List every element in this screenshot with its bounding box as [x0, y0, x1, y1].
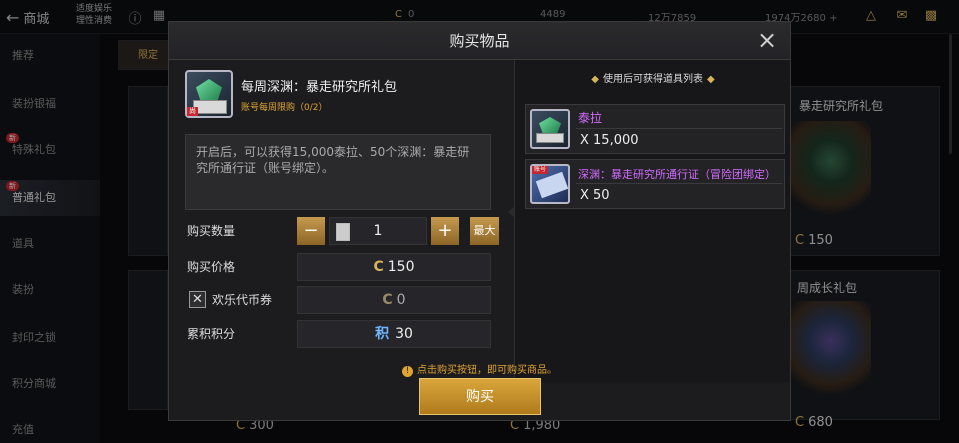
diamond-icon: ◆ [591, 74, 599, 85]
divider [576, 128, 782, 129]
coupon-checkbox[interactable]: ✕ [189, 291, 206, 308]
purchase-panel: 尚 每周深渊：暴走研究所礼包 账号每周限购（0/2） 开启后，可以获得15,00… [177, 64, 507, 374]
purchase-limit: 账号每周限购（0/2） [241, 103, 328, 113]
buy-label: 购买 [466, 389, 494, 405]
coupon-value: 0 [396, 292, 406, 308]
quantity-label: 购买数量 [187, 224, 236, 238]
cross-icon: ✕ [192, 292, 203, 307]
quantity-input[interactable]: 1 [329, 217, 427, 245]
points-row: 累积积分 积 30 [185, 320, 499, 348]
coupon-box: C0 [297, 286, 491, 314]
dialog-title: 购买物品 [449, 32, 510, 50]
reward-qty: X 15,000 [580, 133, 639, 148]
ticket-shape [535, 171, 568, 199]
decrease-button[interactable]: − [297, 217, 325, 245]
purchase-hint: ! 点击购买按钮，即可购买商品。 [169, 361, 790, 377]
points-value: 30 [395, 326, 413, 342]
price-label: 购买价格 [187, 260, 236, 274]
rewards-title: ◆ 使用后可获得道具列表 ◆ [515, 70, 791, 85]
item-tag: 尚 [187, 107, 198, 116]
crate-shape [536, 133, 564, 143]
close-icon: × [756, 26, 778, 54]
points-box: 积 30 [297, 320, 491, 348]
points-label: 累积积分 [187, 327, 236, 341]
calculator-icon[interactable] [336, 223, 350, 241]
plus-icon: + [437, 220, 453, 241]
alert-icon: ! [402, 366, 413, 377]
reward-item[interactable]: 账号 深渊：暴走研究所通行证（冒险团绑定） X 50 [525, 159, 785, 209]
rewards-title-text: 使用后可获得道具列表 [603, 74, 703, 85]
quantity-row: 购买数量 − 1 + 最大 [185, 217, 499, 245]
reward-qty: X 50 [580, 188, 610, 203]
coupon-label: 欢乐代币券 [212, 293, 273, 307]
reward-name: 泰拉 [578, 111, 603, 125]
coupon-coin-icon: C [382, 292, 393, 308]
item-description: 开启后，可以获得15,000泰拉、50个深渊：暴走研究所通行证（账号绑定）。 [185, 134, 491, 210]
max-button[interactable]: 最大 [470, 217, 499, 245]
price-row: 购买价格 C 150 [185, 253, 499, 281]
divider [576, 183, 782, 184]
account-tag: 账号 [532, 166, 549, 174]
minus-icon: − [303, 220, 319, 241]
quantity-value: 1 [373, 223, 383, 239]
dialog-header: 购买物品 [169, 22, 790, 60]
points-icon: 积 [375, 326, 390, 342]
close-button[interactable]: × [754, 28, 780, 54]
buy-button[interactable]: 购买 [419, 378, 541, 415]
diamond-icon: ◆ [707, 74, 715, 85]
item-name: 每周深渊：暴走研究所礼包 [241, 80, 398, 95]
hint-text: 点击购买按钮，即可购买商品。 [417, 365, 557, 376]
increase-button[interactable]: + [431, 217, 459, 245]
coupon-row: ✕ 欢乐代币券 C0 [185, 286, 499, 314]
price-value: 150 [387, 259, 415, 275]
max-label: 最大 [473, 224, 496, 237]
crate-icon [193, 100, 227, 114]
price-box: C 150 [297, 253, 491, 281]
reward-name: 深渊：暴走研究所通行证（冒险团绑定） [578, 168, 776, 181]
tera-chest-icon [530, 109, 570, 149]
purchase-dialog: 购买物品 × 尚 每周深渊：暴走研究所礼包 账号每周限购（0/2） 开启后，可以… [168, 21, 791, 421]
reward-item[interactable]: 泰拉 X 15,000 [525, 104, 785, 154]
pass-ticket-icon: 账号 [530, 164, 570, 204]
coin-icon: C [373, 259, 384, 275]
rewards-panel: ◆ 使用后可获得道具列表 ◆ 泰拉 X 15,000 账号 深渊：暴走研究所通行证（… [514, 60, 790, 382]
item-icon: 尚 [185, 70, 233, 118]
